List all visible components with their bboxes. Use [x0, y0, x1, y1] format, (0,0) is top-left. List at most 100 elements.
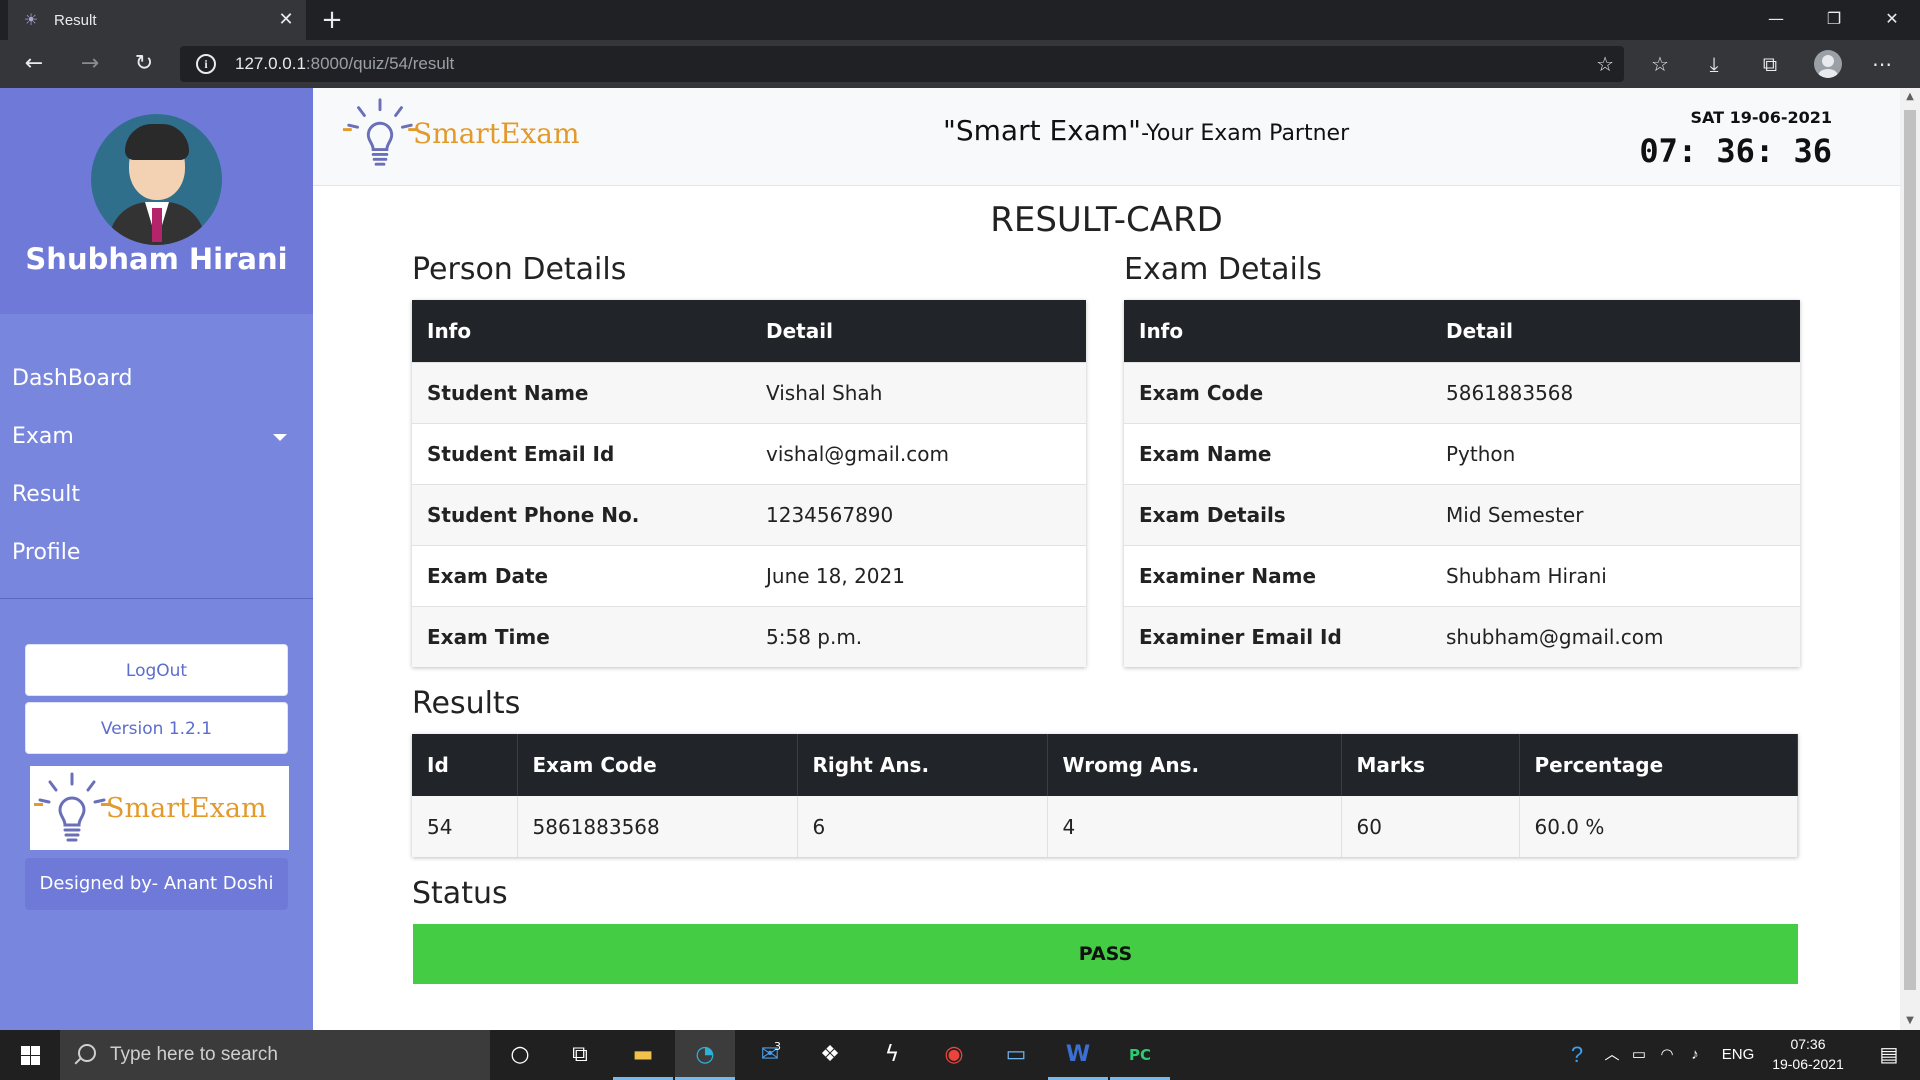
- lightbulb-logo-icon: [342, 98, 418, 166]
- new-tab-icon[interactable]: +: [316, 4, 348, 36]
- chevron-down-icon: [273, 434, 287, 441]
- profile-icon[interactable]: [1814, 50, 1842, 78]
- table-row: 54 5861883568 6 4 60 60.0 %: [412, 796, 1798, 857]
- col-header-id: Id: [412, 734, 518, 796]
- battery-icon[interactable]: ▭: [1626, 1030, 1652, 1080]
- scroll-up-icon[interactable]: ▲: [1900, 88, 1920, 106]
- taskbar-time: 07:36: [1790, 1036, 1826, 1052]
- more-menu-icon[interactable]: ⋯: [1866, 48, 1898, 80]
- page-viewport: Shubham Hirani DashBoard Exam Result Pro…: [0, 88, 1900, 1030]
- results-heading: Results: [412, 686, 521, 721]
- cortana-icon[interactable]: ○: [490, 1030, 550, 1080]
- downloads-icon[interactable]: ⤓: [1698, 48, 1730, 80]
- sidebar-item-dashboard[interactable]: DashBoard: [0, 350, 313, 408]
- exam-details-heading: Exam Details: [1124, 252, 1322, 287]
- remote-desktop-icon[interactable]: ▭: [986, 1030, 1046, 1080]
- browser-titlebar: ☀ Result ✕ + — ❐ ✕: [0, 0, 1920, 40]
- restore-icon[interactable]: ❐: [1806, 0, 1862, 40]
- taskbar-clock[interactable]: 07:36 19-06-2021: [1760, 1034, 1856, 1074]
- version-button[interactable]: Version 1.2.1: [25, 702, 288, 754]
- col-header-marks: Marks: [1341, 734, 1520, 796]
- page-scrollbar[interactable]: ▲ ▼: [1900, 88, 1920, 1030]
- scroll-down-icon[interactable]: ▼: [1900, 1012, 1920, 1030]
- designer-credit: Designed by- Anant Doshi: [25, 858, 288, 910]
- tab-title: Result: [54, 11, 97, 29]
- cell-exam-code: 5861883568: [517, 796, 798, 857]
- cell-percentage: 60.0 %: [1519, 796, 1798, 857]
- table-row: Student Name Vishal Shah: [412, 361, 1086, 423]
- status-heading: Status: [412, 876, 508, 911]
- language-indicator[interactable]: ENG: [1714, 1030, 1762, 1080]
- task-view-icon[interactable]: ⧉: [550, 1030, 610, 1080]
- volume-icon[interactable]: ♪: [1682, 1030, 1708, 1080]
- cell-right-ans: 6: [797, 796, 1048, 857]
- app-bolt-icon[interactable]: ϟ: [862, 1030, 922, 1080]
- table-row: Examiner Email Id shubham@gmail.com: [1124, 605, 1800, 667]
- table-row: Student Email Id vishal@gmail.com: [412, 422, 1086, 484]
- sidebar-logo: SmartExam: [30, 766, 289, 850]
- add-favorite-icon[interactable]: ☆: [1596, 50, 1614, 78]
- taskbar-search-input[interactable]: Type here to search: [60, 1030, 490, 1080]
- cell-id: 54: [412, 796, 518, 857]
- wifi-icon[interactable]: ◠: [1654, 1030, 1680, 1080]
- col-header-detail: Detail: [1431, 300, 1800, 362]
- notifications-icon[interactable]: ▤: [1864, 1030, 1914, 1080]
- close-window-icon[interactable]: ✕: [1864, 0, 1920, 40]
- browser-tab[interactable]: ☀ Result ✕: [8, 0, 306, 40]
- table-row: Exam Details Mid Semester: [1124, 483, 1800, 545]
- pycharm-icon[interactable]: PC: [1110, 1030, 1170, 1080]
- favorites-icon[interactable]: ☆: [1644, 48, 1676, 80]
- header-clock: 07: 36: 36: [1639, 132, 1832, 170]
- sidebar-profile: Shubham Hirani: [0, 88, 313, 314]
- reload-icon[interactable]: ↻: [128, 48, 160, 80]
- page-header: SmartExam "Smart Exam"-Your Exam Partner…: [313, 88, 1900, 186]
- minimize-icon[interactable]: —: [1748, 0, 1804, 40]
- sidebar-nav: DashBoard Exam Result Profile: [0, 350, 313, 582]
- chevron-up-icon[interactable]: ︿: [1600, 1030, 1624, 1080]
- file-explorer-icon[interactable]: ▬: [613, 1030, 673, 1080]
- back-icon[interactable]: ←: [18, 48, 50, 80]
- site-info-icon[interactable]: i: [196, 54, 216, 74]
- mail-badge: 3: [774, 1040, 781, 1053]
- sidebar-item-label: Exam: [12, 424, 74, 449]
- tab-close-icon[interactable]: ✕: [272, 6, 300, 34]
- sidebar-item-result[interactable]: Result: [0, 466, 313, 524]
- tab-favicon-icon: ☀: [23, 10, 39, 29]
- col-header-info: Info: [412, 300, 751, 362]
- person-details-heading: Person Details: [412, 252, 627, 287]
- forward-icon[interactable]: →: [74, 48, 106, 80]
- collections-icon[interactable]: ⧉: [1754, 48, 1786, 80]
- logout-button[interactable]: LogOut: [25, 644, 288, 696]
- search-placeholder: Type here to search: [110, 1044, 278, 1065]
- tagline-main: "Smart Exam": [943, 114, 1142, 147]
- word-icon[interactable]: W: [1048, 1030, 1108, 1080]
- table-row: Examiner Name Shubham Hirani: [1124, 544, 1800, 606]
- scroll-thumb[interactable]: [1904, 110, 1916, 990]
- user-name: Shubham Hirani: [25, 242, 288, 276]
- lightbulb-logo-icon: [34, 772, 110, 842]
- chrome-icon[interactable]: ◉: [924, 1030, 984, 1080]
- status-badge: PASS: [413, 924, 1798, 984]
- mail-icon[interactable]: ✉ 3: [740, 1030, 800, 1080]
- person-details-table: Info Detail Student Name Vishal Shah Stud…: [412, 300, 1086, 667]
- taskbar-date: 19-06-2021: [1772, 1056, 1844, 1072]
- table-row: Exam Code 5861883568: [1124, 361, 1800, 423]
- col-header-exam-code: Exam Code: [517, 734, 798, 796]
- cell-marks: 60: [1341, 796, 1520, 857]
- dropbox-icon[interactable]: ❖: [800, 1030, 860, 1080]
- search-icon: [78, 1044, 96, 1062]
- sidebar-item-exam[interactable]: Exam: [0, 408, 313, 466]
- edge-browser-icon[interactable]: ◔: [675, 1030, 735, 1080]
- windows-start-icon[interactable]: [0, 1030, 60, 1080]
- url-text[interactable]: 127.0.0.1:8000/quiz/54/result: [235, 54, 454, 74]
- help-icon[interactable]: ?: [1560, 1030, 1594, 1080]
- address-bar[interactable]: i 127.0.0.1:8000/quiz/54/result ☆: [180, 46, 1624, 82]
- col-header-right-ans: Right Ans.: [797, 734, 1048, 796]
- header-logo-text: SmartExam: [413, 116, 580, 150]
- taskbar: Type here to search ○ ⧉ ▬ ◔ ✉ 3 ❖ ϟ ◉ ▭ W…: [0, 1030, 1920, 1080]
- sidebar-item-profile[interactable]: Profile: [0, 524, 313, 582]
- header-date: SAT 19-06-2021: [1690, 108, 1833, 127]
- col-header-percentage: Percentage: [1519, 734, 1798, 796]
- header-logo[interactable]: SmartExam: [341, 94, 580, 172]
- sidebar: Shubham Hirani DashBoard Exam Result Pro…: [0, 88, 313, 1030]
